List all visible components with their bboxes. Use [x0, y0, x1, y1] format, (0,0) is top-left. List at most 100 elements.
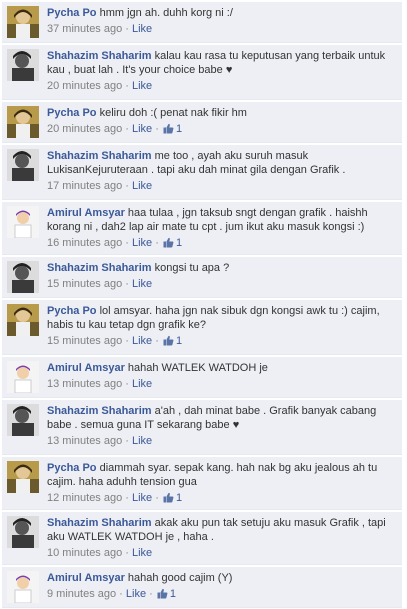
avatar[interactable] [7, 49, 39, 81]
comment-author-link[interactable]: Pycha Po [47, 305, 97, 317]
comment-item: Shahazim Shaharim me too , ayah aku suru… [2, 145, 402, 200]
comment-timestamp[interactable]: 15 minutes ago [47, 335, 122, 347]
comment-item: Shahazim Shaharim kongsi tu apa ? 15 minu… [2, 257, 402, 298]
comment-meta: 12 minutes ago · Like · 1 [47, 492, 398, 507]
comment-item: Shahazim Shaharim akak aku pun tak setuj… [2, 512, 402, 565]
like-link[interactable]: Like [132, 123, 152, 135]
comment-item: Amirul Amsyar hahah good cajim (Y) 9 minu… [2, 567, 402, 608]
comment-author-link[interactable]: Amirul Amsyar [47, 572, 125, 584]
comment-item: Pycha Po lol amsyar. haha jgn nak sibuk … [2, 300, 402, 355]
thumbs-up-icon [163, 335, 174, 350]
comment-body: Shahazim Shaharim a'ah , dah minat babe … [47, 404, 398, 448]
comment-body: Amirul Amsyar hahah WATLEK WATDOH je 13 m… [47, 361, 398, 391]
comment-author-link[interactable]: Shahazim Shaharim [47, 262, 152, 274]
thumbs-up-icon [163, 123, 174, 138]
like-count[interactable]: 1 [156, 588, 176, 600]
comment-item: Shahazim Shaharim kalau kau rasa tu kepu… [2, 45, 402, 100]
comment-author-link[interactable]: Shahazim Shaharim [47, 50, 152, 62]
comment-text: hahah WATLEK WATDOH je [127, 362, 268, 374]
comment-author-link[interactable]: Pycha Po [47, 7, 97, 19]
comment-author-link[interactable]: Amirul Amsyar [47, 362, 125, 374]
avatar[interactable] [7, 461, 39, 493]
comment-meta: 15 minutes ago · Like [47, 278, 153, 290]
comment-body: Shahazim Shaharim kalau kau rasa tu kepu… [47, 49, 398, 93]
comment-body: Shahazim Shaharim kongsi tu apa ? 15 minu… [47, 261, 398, 291]
comment-body: Pycha Po diammah syar. sepak kang. hah n… [47, 461, 398, 507]
comment-meta: 15 minutes ago · Like · 1 [47, 335, 398, 350]
comment-timestamp[interactable]: 37 minutes ago [47, 23, 122, 35]
comment-content: Shahazim Shaharim kongsi tu apa ? [47, 261, 398, 275]
avatar[interactable] [7, 361, 39, 393]
avatar[interactable] [7, 106, 39, 138]
comment-body: Amirul Amsyar hahah good cajim (Y) 9 minu… [47, 571, 398, 603]
comment-timestamp[interactable]: 20 minutes ago [47, 80, 122, 92]
comment-text: hmm jgn ah. duhh korg ni :/ [99, 7, 233, 19]
comment-body: Pycha Po hmm jgn ah. duhh korg ni :/ 37 m… [47, 6, 398, 36]
comment-timestamp[interactable]: 17 minutes ago [47, 180, 122, 192]
avatar[interactable] [7, 516, 39, 548]
avatar[interactable] [7, 304, 39, 336]
comment-content: Shahazim Shaharim me too , ayah aku suru… [47, 149, 398, 177]
comment-author-link[interactable]: Shahazim Shaharim [47, 150, 152, 162]
like-count[interactable]: 1 [162, 123, 182, 135]
comment-timestamp[interactable]: 13 minutes ago [47, 435, 122, 447]
like-link[interactable]: Like [132, 23, 152, 35]
comment-meta: 37 minutes ago · Like [47, 23, 153, 35]
like-link[interactable]: Like [132, 435, 152, 447]
comment-timestamp[interactable]: 16 minutes ago [47, 237, 122, 249]
like-link[interactable]: Like [132, 378, 152, 390]
comment-content: Amirul Amsyar haa tulaa , jgn taksub sng… [47, 206, 398, 234]
like-count-number: 1 [175, 123, 183, 135]
like-link[interactable]: Like [132, 80, 152, 92]
like-count-number: 1 [175, 335, 183, 347]
like-link[interactable]: Like [132, 278, 152, 290]
comment-item: Shahazim Shaharim a'ah , dah minat babe … [2, 400, 402, 455]
comment-author-link[interactable]: Pycha Po [47, 462, 97, 474]
avatar[interactable] [7, 571, 39, 603]
like-link[interactable]: Like [132, 237, 152, 249]
comment-author-link[interactable]: Shahazim Shaharim [47, 517, 152, 529]
comment-timestamp[interactable]: 13 minutes ago [47, 378, 122, 390]
comment-meta: 9 minutes ago · Like · 1 [47, 588, 398, 603]
like-link[interactable]: Like [132, 492, 152, 504]
comment-timestamp[interactable]: 20 minutes ago [47, 123, 122, 135]
avatar[interactable] [7, 206, 39, 238]
comment-timestamp[interactable]: 9 minutes ago [47, 588, 116, 600]
like-count[interactable]: 1 [162, 237, 182, 249]
like-count[interactable]: 1 [162, 492, 182, 504]
comment-meta: 13 minutes ago · Like [47, 378, 153, 390]
comment-text: hahah good cajim (Y) [127, 572, 233, 584]
like-count-number: 1 [169, 588, 176, 600]
comment-text: kongsi tu apa ? [154, 262, 230, 274]
comment-content: Amirul Amsyar hahah WATLEK WATDOH je [47, 361, 398, 375]
comment-text: diammah syar. sepak kang. hah nak bg aku… [47, 462, 378, 488]
like-count-number: 1 [175, 492, 183, 504]
avatar[interactable] [7, 149, 39, 181]
comment-content: Pycha Po keliru doh :( penat nak fikir h… [47, 106, 398, 120]
comment-item: Amirul Amsyar hahah WATLEK WATDOH je 13 m… [2, 357, 402, 398]
comment-meta: 20 minutes ago · Like · 1 [47, 123, 398, 138]
comment-author-link[interactable]: Amirul Amsyar [47, 207, 125, 219]
like-link[interactable]: Like [126, 588, 146, 600]
comment-timestamp[interactable]: 15 minutes ago [47, 278, 122, 290]
comment-author-link[interactable]: Shahazim Shaharim [47, 405, 152, 417]
like-link[interactable]: Like [132, 180, 152, 192]
comment-timestamp[interactable]: 12 minutes ago [47, 492, 122, 504]
like-link[interactable]: Like [132, 547, 152, 559]
like-count-number: 1 [175, 237, 183, 249]
avatar[interactable] [7, 404, 39, 436]
comment-author-link[interactable]: Pycha Po [47, 107, 97, 119]
comment-content: Amirul Amsyar hahah good cajim (Y) [47, 571, 398, 585]
thumbs-up-icon [157, 588, 168, 603]
comment-timestamp[interactable]: 10 minutes ago [47, 547, 122, 559]
avatar[interactable] [7, 6, 39, 38]
comment-list: Pycha Po hmm jgn ah. duhh korg ni :/ 37 m… [0, 0, 407, 609]
comment-body: Shahazim Shaharim akak aku pun tak setuj… [47, 516, 398, 560]
thumbs-up-icon [163, 492, 174, 507]
avatar[interactable] [7, 261, 39, 293]
like-link[interactable]: Like [132, 335, 152, 347]
comment-content: Pycha Po diammah syar. sepak kang. hah n… [47, 461, 398, 489]
comment-content: Shahazim Shaharim a'ah , dah minat babe … [47, 404, 398, 432]
like-count[interactable]: 1 [162, 335, 182, 347]
comment-content: Pycha Po lol amsyar. haha jgn nak sibuk … [47, 304, 398, 332]
